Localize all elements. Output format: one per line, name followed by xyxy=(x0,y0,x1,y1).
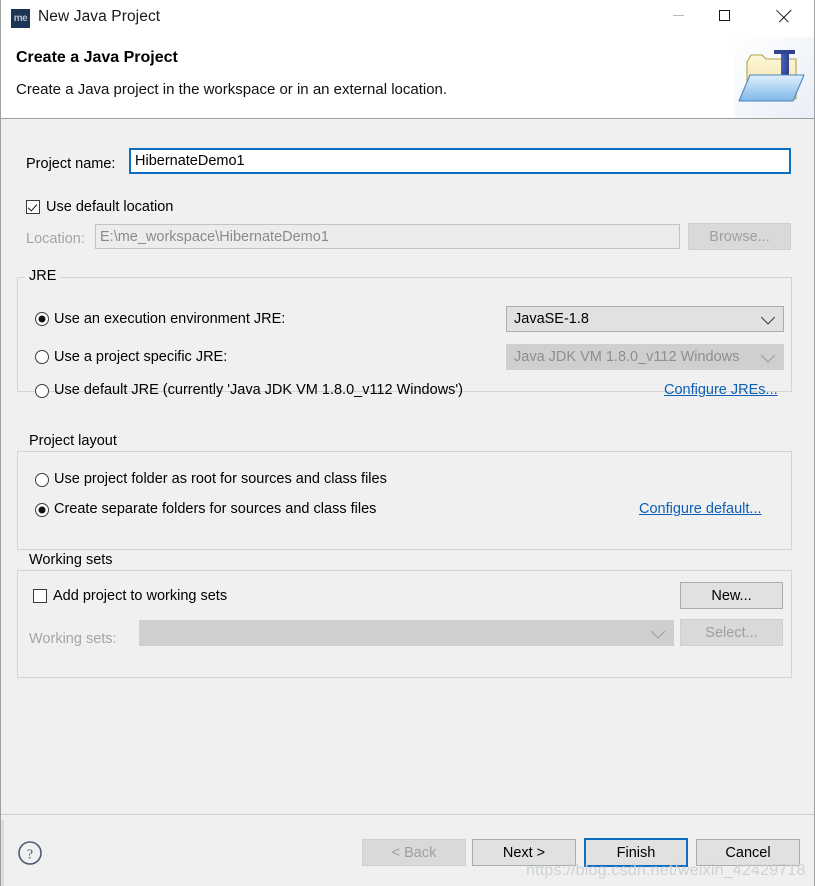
location-input[interactable]: E:\me_workspace\HibernateDemo1 xyxy=(95,224,680,249)
chevron-down-icon xyxy=(650,624,666,639)
jre-radio-project-specific[interactable] xyxy=(35,350,49,364)
minimize-icon xyxy=(672,14,684,16)
page-description: Create a Java project in the workspace o… xyxy=(16,81,448,98)
app-icon-label: me xyxy=(13,12,28,24)
java-project-folder-icon xyxy=(734,37,814,118)
title-bar: me New Java Project xyxy=(1,0,814,37)
new-java-project-dialog: me New Java Project Create a Java Projec… xyxy=(0,0,815,886)
location-label: Location: xyxy=(26,231,85,247)
working-sets-combo[interactable] xyxy=(139,620,674,646)
chevron-down-icon xyxy=(760,310,776,325)
select-working-set-button[interactable]: Select... xyxy=(680,619,783,646)
add-project-to-working-sets-checkbox[interactable] xyxy=(33,589,47,603)
use-default-location-label: Use default location xyxy=(46,199,174,215)
app-icon: me xyxy=(11,9,30,28)
use-default-location-checkbox[interactable] xyxy=(26,200,40,214)
project-specific-jre-combo[interactable]: Java JDK VM 1.8.0_v112 Windows xyxy=(506,344,784,370)
maximize-icon xyxy=(718,9,730,21)
jre-group xyxy=(17,277,792,392)
project-specific-jre-value: Java JDK VM 1.8.0_v112 Windows xyxy=(514,349,740,365)
configure-jres-link[interactable]: Configure JREs... xyxy=(664,382,778,398)
working-sets-label: Working sets: xyxy=(29,631,117,647)
next-button[interactable]: Next > xyxy=(472,839,576,866)
close-icon xyxy=(778,9,791,22)
browse-button[interactable]: Browse... xyxy=(688,223,791,250)
minimize-button[interactable] xyxy=(655,0,701,30)
left-edge-strip xyxy=(1,820,4,886)
execution-environment-value: JavaSE-1.8 xyxy=(514,311,589,327)
dialog-body: Project name: HibernateDemo1 Use default… xyxy=(1,120,814,814)
jre-radio-project-specific-label: Use a project specific JRE: xyxy=(54,349,228,365)
jre-radio-execution-environment[interactable] xyxy=(35,312,49,326)
project-name-input[interactable]: HibernateDemo1 xyxy=(129,148,791,174)
configure-default-link[interactable]: Configure default... xyxy=(639,501,762,517)
project-layout-group-title: Project layout xyxy=(25,433,121,449)
new-working-set-button[interactable]: New... xyxy=(680,582,783,609)
close-button[interactable] xyxy=(761,0,807,30)
layout-radio-project-folder-root[interactable] xyxy=(35,473,49,487)
window-title: New Java Project xyxy=(38,8,161,25)
svg-text:?: ? xyxy=(27,848,33,863)
maximize-button[interactable] xyxy=(701,0,747,30)
project-name-label: Project name: xyxy=(26,156,116,172)
back-button[interactable]: < Back xyxy=(362,839,466,866)
execution-environment-combo[interactable]: JavaSE-1.8 xyxy=(506,306,784,332)
finish-button[interactable]: Finish xyxy=(584,838,688,867)
chevron-down-icon xyxy=(760,348,776,363)
dialog-header: Create a Java Project Create a Java proj… xyxy=(1,37,814,119)
help-icon[interactable]: ? xyxy=(17,840,43,866)
jre-radio-default[interactable] xyxy=(35,384,49,398)
cancel-button[interactable]: Cancel xyxy=(696,839,800,866)
layout-radio-project-folder-root-label: Use project folder as root for sources a… xyxy=(54,471,387,487)
jre-radio-default-label: Use default JRE (currently 'Java JDK VM … xyxy=(54,382,464,398)
layout-radio-separate-folders-label: Create separate folders for sources and … xyxy=(54,501,377,517)
add-project-to-working-sets-label: Add project to working sets xyxy=(53,588,228,604)
jre-radio-execution-environment-label: Use an execution environment JRE: xyxy=(54,311,286,327)
working-sets-group-title: Working sets xyxy=(25,552,117,568)
page-title: Create a Java Project xyxy=(16,49,178,66)
layout-radio-separate-folders[interactable] xyxy=(35,503,49,517)
jre-group-title: JRE xyxy=(25,268,61,284)
